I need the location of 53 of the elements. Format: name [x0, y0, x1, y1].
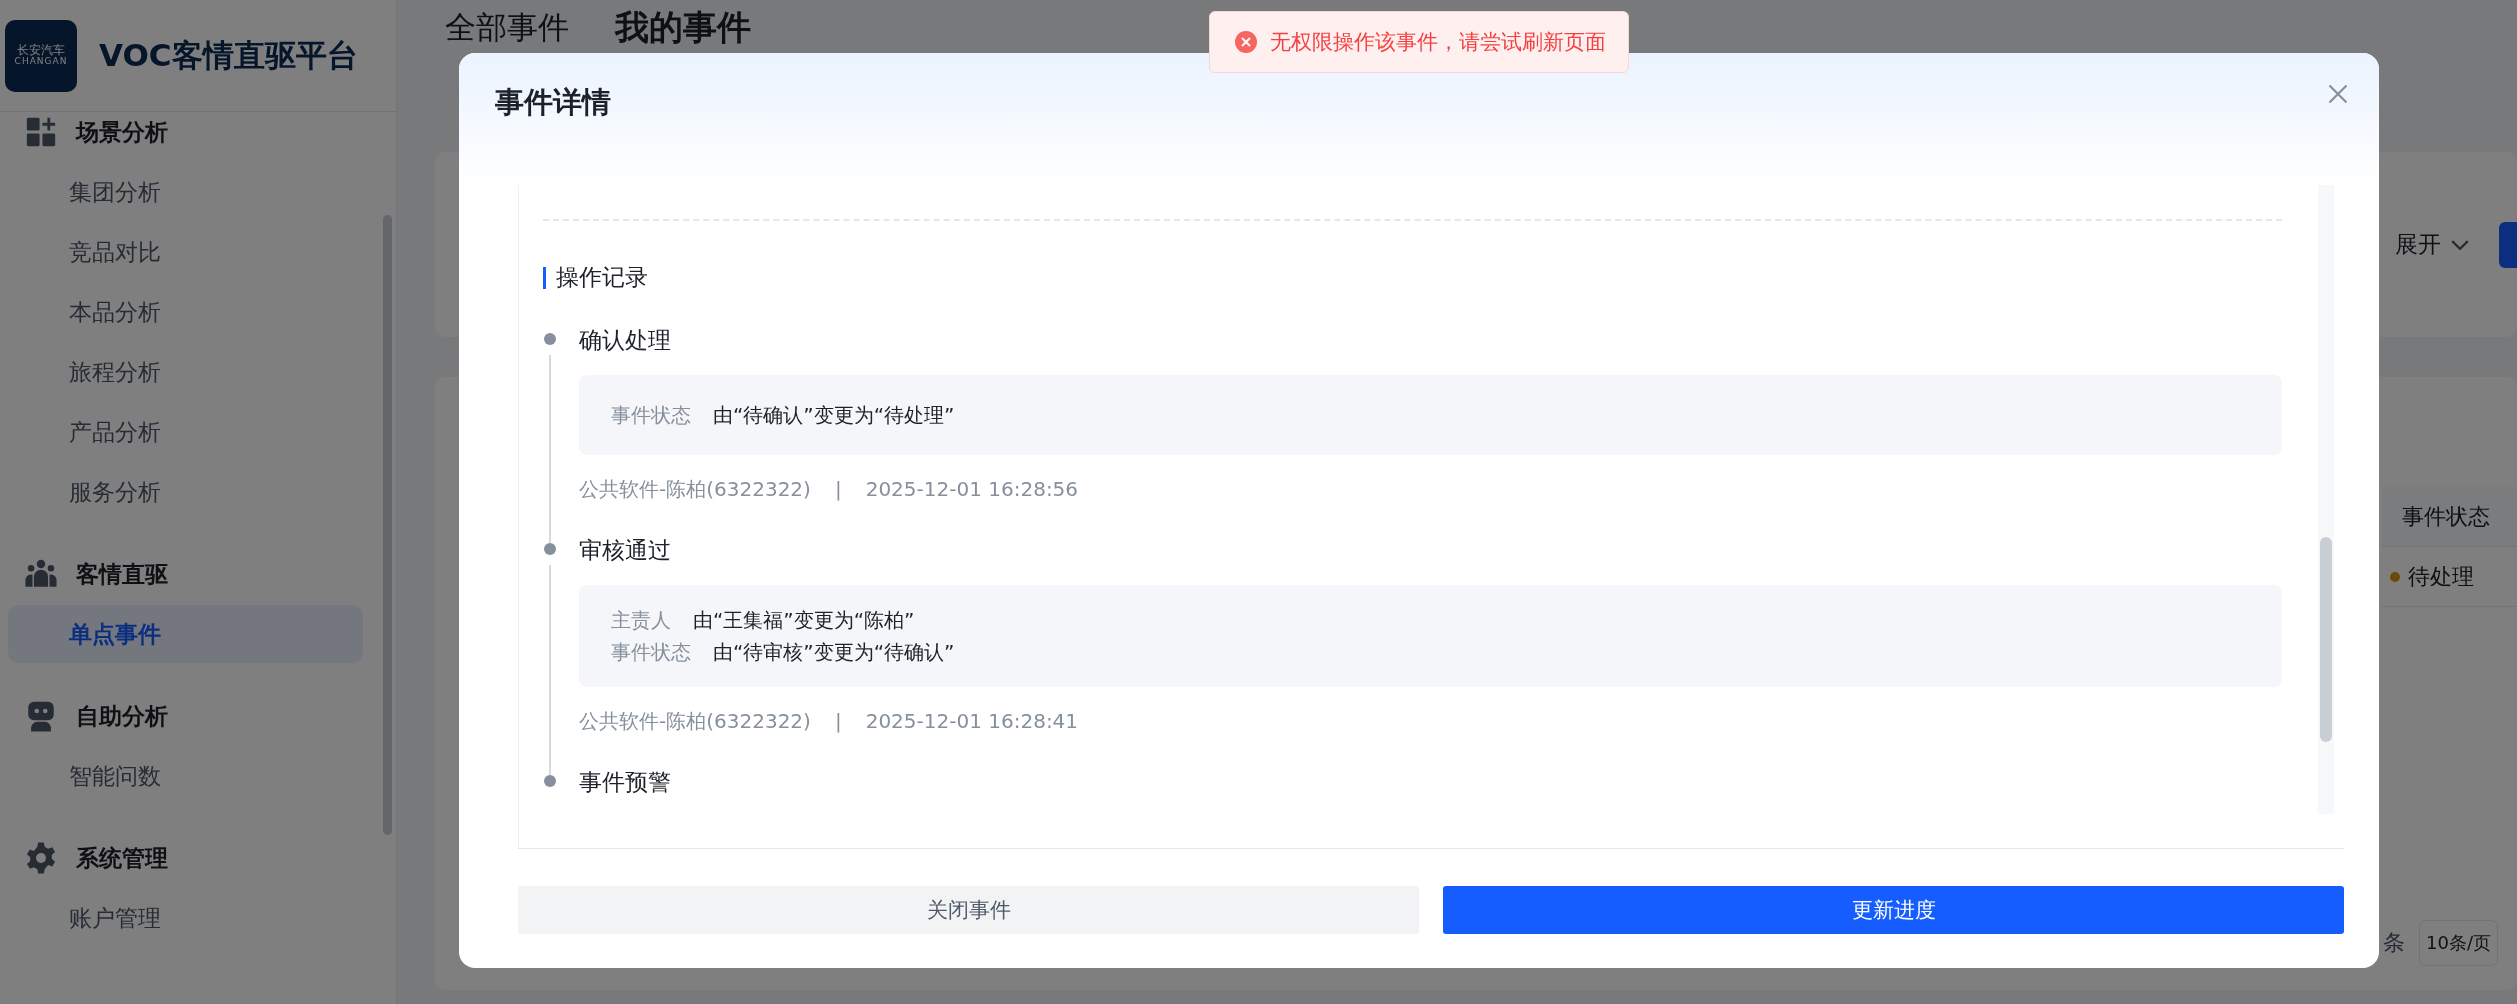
- field-label: 事件状态: [611, 639, 691, 665]
- column-header: 事件状态: [2382, 487, 2517, 547]
- separator-text: |: [834, 708, 842, 735]
- record-title: 审核通过: [579, 536, 672, 565]
- menu-item[interactable]: 智能问数: [8, 747, 363, 805]
- menu-group-label: 系统管理: [76, 843, 168, 873]
- time-text: 2025-12-01 16:28:56: [865, 476, 1079, 503]
- status-text: 待处理: [2408, 562, 2474, 591]
- close-event-button[interactable]: 关闭事件: [518, 886, 1419, 934]
- primary-button[interactable]: [2499, 221, 2517, 268]
- field-change: 由“待审核”变更为“待确认”: [713, 639, 955, 665]
- menu-item[interactable]: 集团分析: [8, 163, 363, 221]
- timeline-dot: [544, 333, 556, 345]
- app-title: VOC客情直驱平台: [99, 35, 358, 75]
- gear-icon: [24, 841, 58, 875]
- menu-item[interactable]: 服务分析: [8, 463, 363, 521]
- tab[interactable]: 我的事件: [615, 6, 751, 48]
- pagination-text: 条: [2383, 929, 2405, 957]
- page-size-select[interactable]: 10条/页: [2419, 920, 2498, 966]
- logo: 长安汽车 CHANGAN: [5, 19, 77, 92]
- menu-item[interactable]: 单点事件: [8, 605, 363, 663]
- field-change: 由“王集福”变更为“陈柏”: [693, 607, 915, 633]
- scrollbar-thumb[interactable]: [2320, 537, 2332, 742]
- record-title: 确认处理: [579, 326, 672, 355]
- section-title: 操作记录: [556, 263, 648, 292]
- dialog-title: 事件详情: [495, 84, 611, 121]
- menu-group-label: 客情直驱: [76, 559, 168, 589]
- error-icon: [1234, 30, 1258, 54]
- timeline-dot: [544, 543, 556, 555]
- menu-item[interactable]: 旅程分析: [8, 343, 363, 401]
- time-text: 2025-12-01 16:28:41: [865, 708, 1079, 735]
- field-change: 由“待确认”变更为“待处理”: [713, 402, 955, 428]
- separator-text: |: [834, 476, 842, 503]
- menu-item[interactable]: 本品分析: [8, 283, 363, 341]
- menu-item[interactable]: 竞品对比: [8, 223, 363, 281]
- status-dot: [2390, 571, 2400, 582]
- menu-group-label: 场景分析: [76, 117, 168, 147]
- tab[interactable]: 全部事件: [445, 6, 569, 48]
- grid-icon: [24, 115, 58, 149]
- menu-item[interactable]: 账户管理: [8, 889, 363, 947]
- toast-message: 无权限操作该事件，请尝试刷新页面: [1270, 29, 1606, 56]
- chevron-down-icon: [2451, 239, 2469, 250]
- operator-text: 公共软件-陈柏(6322322): [579, 708, 811, 735]
- menu-item[interactable]: 产品分析: [8, 403, 363, 461]
- expand-button[interactable]: 展开: [2395, 229, 2469, 260]
- field-label: 主责人: [611, 607, 671, 633]
- operator-text: 公共软件-陈柏(6322322): [579, 476, 811, 503]
- timeline-dot: [544, 775, 556, 787]
- field-label: 事件状态: [611, 402, 691, 428]
- update-progress-button[interactable]: 更新进度: [1443, 886, 2344, 934]
- record-title: 事件预警: [579, 768, 672, 797]
- menu-group-label: 自助分析: [76, 701, 168, 731]
- scrollbar-thumb[interactable]: [383, 215, 392, 835]
